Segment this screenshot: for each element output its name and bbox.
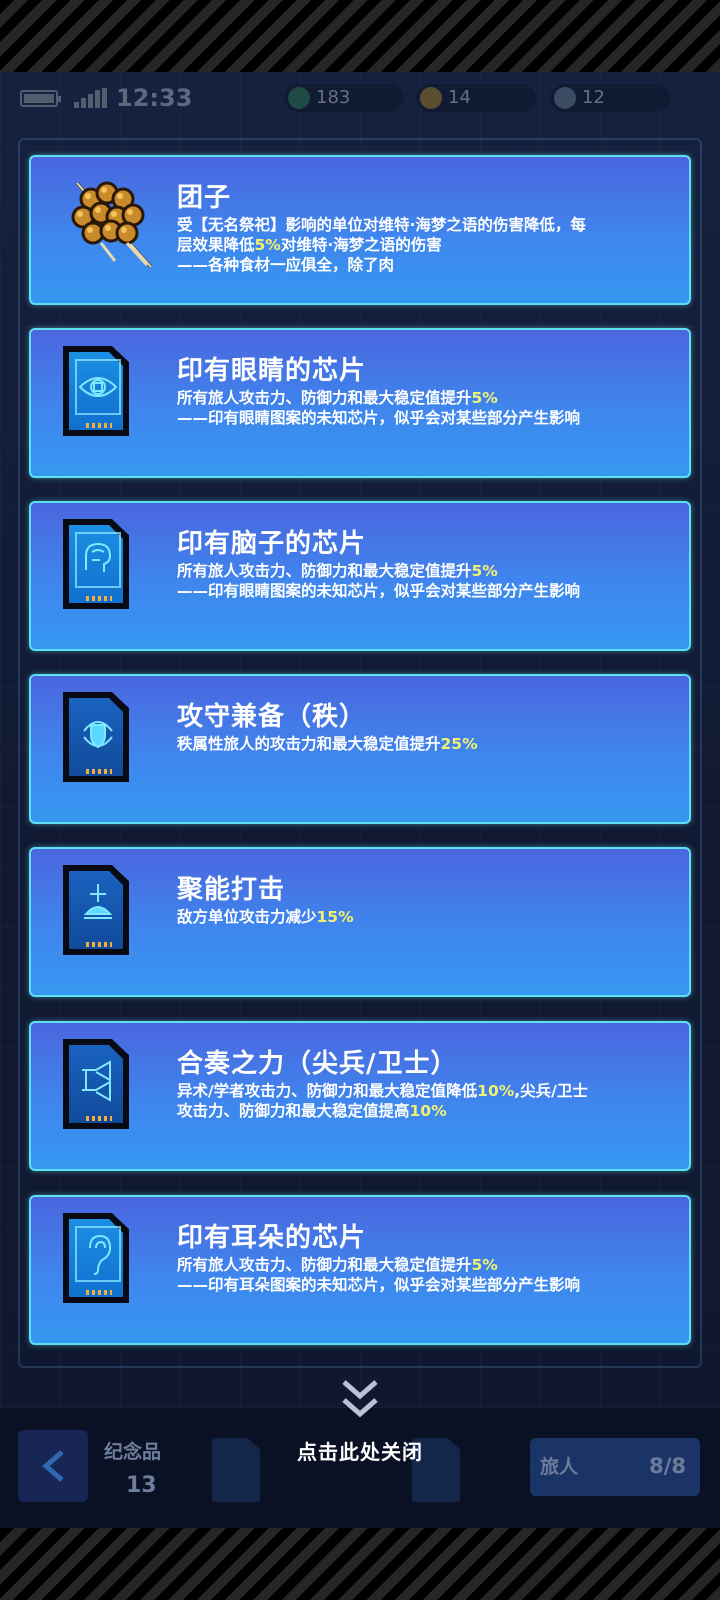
description-text: 秩属性旅人的攻击力和最大稳定值提升	[177, 735, 441, 753]
souvenir-count: 13	[126, 1473, 157, 1498]
souvenir-card-dango: 团子 受【无名祭祀】影响的单位对维特·海梦之语的伤害降低，每 层效果降低5%对维特…	[29, 155, 691, 305]
trumpet-chip-icon	[55, 1035, 165, 1145]
card-title: 印有眼睛的芯片	[177, 356, 367, 386]
description-text: 受【无名祭祀】影响的单位对维特·海梦之语的伤害降低，每	[177, 216, 586, 234]
resource-value: 183	[316, 87, 351, 108]
description-text: 层效果降低	[177, 236, 255, 254]
souvenir-card-eye-chip: 印有眼睛的芯片 所有旅人攻击力、防御力和最大稳定值提升5% ——印有眼睛图案的未知…	[29, 328, 691, 478]
shield-chip-icon	[55, 688, 165, 798]
status-time: 12:33	[116, 84, 193, 112]
resource-green: 183	[284, 84, 404, 112]
souvenir-card-focus-strike-chip: 聚能打击 敌方单位攻击力减少15%	[29, 847, 691, 997]
close-prompt[interactable]: 点击此处关闭	[0, 1436, 720, 1465]
dango-icon	[55, 169, 165, 279]
ear-chip-icon	[55, 1209, 165, 1319]
description-text: 所有旅人攻击力、防御力和最大稳定值提升	[177, 389, 472, 407]
brain-chip-icon	[55, 515, 165, 625]
highlight-value: 25%	[440, 735, 478, 753]
top-letterbox	[0, 0, 720, 72]
resource-gold: 14	[416, 84, 536, 112]
card-description: 异术/学者攻击力、防御力和最大稳定值降低10%,尖兵/卫士 攻击力、防御力和最大稳…	[177, 1081, 685, 1121]
bottom-letterbox	[0, 1528, 720, 1600]
description-text: 所有旅人攻击力、防御力和最大稳定值提升	[177, 562, 472, 580]
card-description: 所有旅人攻击力、防御力和最大稳定值提升5% ——印有耳朵图案的未知芯片，似乎会对某…	[177, 1255, 685, 1295]
resource-value: 12	[582, 87, 605, 108]
gold-coin-icon	[420, 87, 442, 109]
signal-icon	[74, 88, 108, 108]
souvenir-card-brain-chip: 印有脑子的芯片 所有旅人攻击力、防御力和最大稳定值提升5% ——印有眼睛图案的未知…	[29, 501, 691, 651]
card-title: 攻守兼备（秩）	[177, 702, 367, 732]
card-description: 秩属性旅人的攻击力和最大稳定值提升25%	[177, 734, 685, 754]
eye-chip-icon	[55, 342, 165, 452]
description-text: 敌方单位攻击力减少	[177, 908, 317, 926]
card-description: 所有旅人攻击力、防御力和最大稳定值提升5% ——印有眼睛图案的未知芯片，似乎会对某…	[177, 388, 685, 428]
highlight-value: 10%	[409, 1102, 447, 1120]
description-line: 秩属性旅人的攻击力和最大稳定值提升25%	[177, 734, 685, 754]
status-bar: 12:33 183 14 12	[0, 78, 720, 118]
description-line: 攻击力、防御力和最大稳定值提高10%	[177, 1101, 685, 1121]
description-line: 所有旅人攻击力、防御力和最大稳定值提升5%	[177, 388, 685, 408]
description-line: ——印有耳朵图案的未知芯片，似乎会对某些部分产生影响	[177, 1275, 685, 1295]
card-description: 所有旅人攻击力、防御力和最大稳定值提升5% ——印有眼睛图案的未知芯片，似乎会对某…	[177, 561, 685, 601]
highlight-value: 5%	[471, 562, 498, 580]
description-text: 对维特·海梦之语的伤害	[280, 236, 442, 254]
green-coin-icon	[288, 87, 310, 109]
card-description: 受【无名祭祀】影响的单位对维特·海梦之语的伤害降低，每 层效果降低5%对维特·海梦…	[177, 215, 685, 275]
description-line: 层效果降低5%对维特·海梦之语的伤害	[177, 235, 685, 255]
description-line: 所有旅人攻击力、防御力和最大稳定值提升5%	[177, 1255, 685, 1275]
description-text: ——印有耳朵图案的未知芯片，似乎会对某些部分产生影响	[177, 1276, 581, 1294]
description-text: 异术/学者攻击力、防御力和最大稳定值降低	[177, 1082, 478, 1100]
description-text: ——各种食材一应俱全，除了肉	[177, 256, 395, 274]
card-title: 团子	[177, 183, 232, 213]
description-text: ,尖兵/卫士	[514, 1082, 588, 1100]
resource-silver: 12	[550, 84, 670, 112]
card-title: 印有脑子的芯片	[177, 529, 367, 559]
silver-coin-icon	[554, 87, 576, 109]
card-title: 合奏之力（尖兵/卫士）	[177, 1049, 458, 1079]
double-chevron-down-icon[interactable]	[340, 1378, 380, 1422]
description-line: ——印有眼睛图案的未知芯片，似乎会对某些部分产生影响	[177, 408, 685, 428]
description-line: 异术/学者攻击力、防御力和最大稳定值降低10%,尖兵/卫士	[177, 1081, 685, 1101]
souvenir-card-ear-chip: 印有耳朵的芯片 所有旅人攻击力、防御力和最大稳定值提升5% ——印有耳朵图案的未知…	[29, 1195, 691, 1345]
description-line: 受【无名祭祀】影响的单位对维特·海梦之语的伤害降低，每	[177, 215, 685, 235]
battery-icon	[20, 90, 61, 107]
description-text: ——印有眼睛图案的未知芯片，似乎会对某些部分产生影响	[177, 409, 581, 427]
highlight-value: 5%	[471, 1256, 498, 1274]
description-line: ——印有眼睛图案的未知芯片，似乎会对某些部分产生影响	[177, 581, 685, 601]
resource-value: 14	[448, 87, 471, 108]
description-text: 攻击力、防御力和最大稳定值提高	[177, 1102, 410, 1120]
highlight-value: 5%	[471, 389, 498, 407]
souvenir-card-shield-chip: 攻守兼备（秩） 秩属性旅人的攻击力和最大稳定值提升25%	[29, 674, 691, 824]
souvenir-card-trumpet-chip: 合奏之力（尖兵/卫士） 异术/学者攻击力、防御力和最大稳定值降低10%,尖兵/卫…	[29, 1021, 691, 1171]
description-text: 所有旅人攻击力、防御力和最大稳定值提升	[177, 1256, 472, 1274]
highlight-value: 15%	[316, 908, 354, 926]
card-title: 聚能打击	[177, 875, 286, 905]
description-line: 所有旅人攻击力、防御力和最大稳定值提升5%	[177, 561, 685, 581]
description-line: 敌方单位攻击力减少15%	[177, 907, 685, 927]
description-line: ——各种食材一应俱全，除了肉	[177, 255, 685, 275]
focus-strike-chip-icon	[55, 861, 165, 971]
highlight-value: 5%	[254, 236, 281, 254]
card-title: 印有耳朵的芯片	[177, 1223, 367, 1253]
highlight-value: 10%	[477, 1082, 515, 1100]
card-description: 敌方单位攻击力减少15%	[177, 907, 685, 927]
description-text: ——印有眼睛图案的未知芯片，似乎会对某些部分产生影响	[177, 582, 581, 600]
